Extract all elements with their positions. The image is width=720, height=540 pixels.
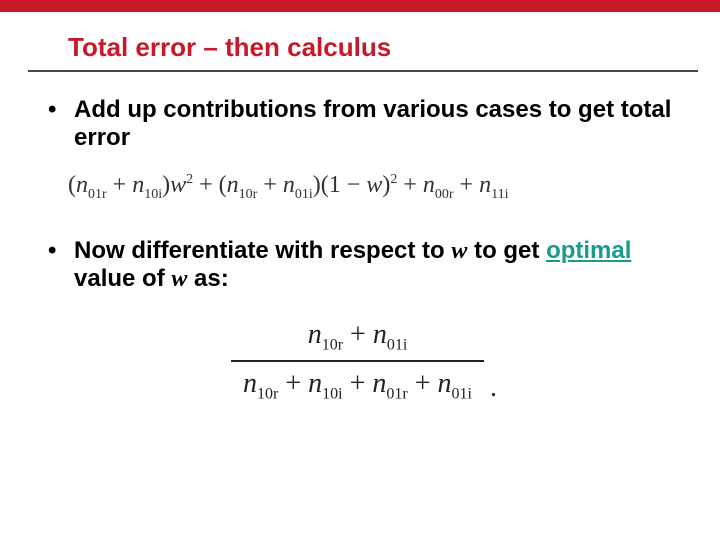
bullet-1: • Add up contributions from various case… [48,96,680,152]
num-n01i: n [373,319,387,350]
fraction-numerator: n10r + n01i [231,319,484,361]
b2-var-w2: w [171,266,187,292]
num-plus: + [343,319,373,350]
bullet-dot-icon: • [48,96,74,124]
b2-post2: as: [187,265,228,292]
formula-optimal-w: n10r + n01i n10r + n10i + n01r + n01i . [144,319,584,404]
top-accent-bar [0,0,720,12]
f1-n10r: n [227,172,239,198]
fraction: n10r + n01i n10r + n10i + n01r + n01i [231,319,484,404]
b2-mid: to get [467,237,546,264]
den-n01i: n [438,368,452,399]
den-p1: + [278,368,308,399]
b2-var-w: w [451,238,467,264]
f1-n10r-sub: 10r [239,187,258,202]
title-underline [28,70,698,72]
f1-n00r-sub: 00r [435,187,454,202]
formula-total-error: (n01r + n10i)w2 + (n10r + n01i)(1 − w)2 … [68,172,680,203]
f1-plus1: + [107,172,133,198]
f1-rp2: ) [313,172,321,198]
b2-optimal: optimal [546,237,631,264]
f1-n01r-sub: 01r [88,187,107,202]
f1-w: w [170,172,186,198]
f1-plus4: + [397,172,423,198]
f1-n01i: n [283,172,295,198]
f1-n11i: n [479,172,491,198]
b2-pre: Now differentiate with respect to [74,237,451,264]
den-n10r-sub: 10r [257,386,278,403]
bullet-2-text: Now differentiate with respect to w to g… [74,237,680,293]
den-p2: + [343,368,373,399]
den-n01r-sub: 01r [386,386,407,403]
num-n10r-sub: 10r [322,336,343,353]
den-p3: + [408,368,438,399]
f1-plus2: + [193,172,219,198]
f1-rp1: ) [162,172,170,198]
b2-post1: value of [74,265,171,292]
f1-n10i-sub: 10i [144,187,162,202]
f1-n11i-sub: 11i [491,187,508,202]
f1-lp2: ( [219,172,227,198]
bullet-2: • Now differentiate with respect to w to… [48,237,680,293]
bullet-dot-icon: • [48,237,74,265]
page-title: Total error – then calculus [68,32,391,63]
f1-plus5: + [454,172,480,198]
f1-1mw-open: (1 − [321,172,367,198]
f1-n00r: n [423,172,435,198]
fraction-denominator: n10r + n10i + n01r + n01i [231,360,484,404]
f1-n01i-sub: 01i [295,187,313,202]
den-n01r: n [372,368,386,399]
num-n01i-sub: 01i [387,336,407,353]
den-n10r: n [243,368,257,399]
num-n10r: n [308,319,322,350]
den-n10i-sub: 10i [322,386,342,403]
slide-body: • Add up contributions from various case… [48,96,680,404]
bullet-1-text: Add up contributions from various cases … [74,96,680,152]
f1-wv: w [366,172,382,198]
den-n01i-sub: 01i [452,386,472,403]
f1-n10i: n [132,172,144,198]
formula-period: . [490,372,497,404]
f1-n01r: n [76,172,88,198]
den-n10i: n [308,368,322,399]
f1-lp1: ( [68,172,76,198]
f1-plus3: + [257,172,283,198]
